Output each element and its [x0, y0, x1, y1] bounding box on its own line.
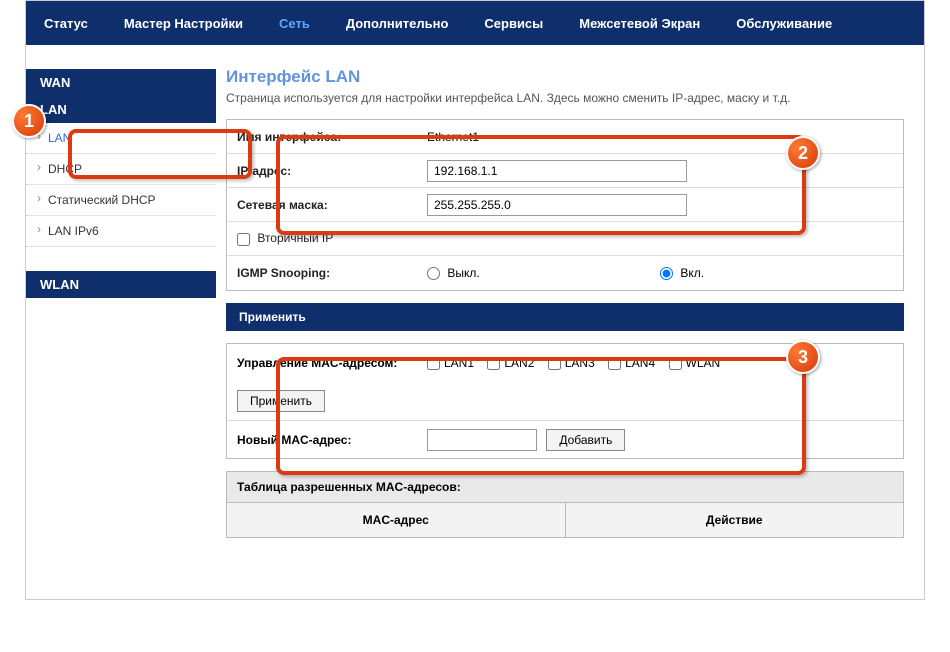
igmp-on-label: Вкл. — [680, 266, 704, 280]
mac-lan1-label: LAN1 — [444, 356, 474, 370]
secondary-ip-checkbox[interactable] — [237, 233, 250, 246]
nav-wizard[interactable]: Мастер Настройки — [106, 1, 261, 45]
nav-advanced[interactable]: Дополнительно — [328, 1, 467, 45]
mac-wlan-label: WLAN — [686, 356, 721, 370]
sidebar-head-wlan[interactable]: WLAN — [26, 271, 216, 298]
page-title: Интерфейс LAN — [226, 67, 904, 87]
sidebar: WAN LAN LAN DHCP Статический DHCP LAN IP… — [26, 45, 216, 599]
sidebar-item-static-dhcp[interactable]: Статический DHCP — [26, 185, 216, 216]
add-mac-button[interactable]: Добавить — [546, 429, 625, 451]
ip-input[interactable] — [427, 160, 687, 182]
nav-firewall[interactable]: Межсетевой Экран — [561, 1, 718, 45]
igmp-off-label: Выкл. — [447, 266, 479, 280]
igmp-on-radio[interactable] — [660, 267, 673, 280]
apply-button[interactable]: Применить — [226, 303, 904, 331]
igmp-off-radio[interactable] — [427, 267, 440, 280]
mac-col-action: Действие — [566, 503, 904, 537]
mac-lan2-checkbox[interactable] — [487, 357, 500, 370]
mac-table: Таблица разрешенных MAC-адресов: MAC-адр… — [226, 471, 904, 538]
nav-services[interactable]: Сервисы — [466, 1, 561, 45]
sidebar-item-lan[interactable]: LAN — [26, 123, 216, 154]
sidebar-head-lan[interactable]: LAN — [26, 96, 216, 123]
mask-input[interactable] — [427, 194, 687, 216]
mac-lan4-label: LAN4 — [625, 356, 655, 370]
mac-lan2-label: LAN2 — [504, 356, 534, 370]
mac-table-title: Таблица разрешенных MAC-адресов: — [226, 471, 904, 503]
mac-lan4-checkbox[interactable] — [608, 357, 621, 370]
new-mac-input[interactable] — [427, 429, 537, 451]
mac-wlan-checkbox[interactable] — [669, 357, 682, 370]
sidebar-head-wan[interactable]: WAN — [26, 69, 216, 96]
ip-label: IP-адрес: — [237, 164, 427, 178]
mac-col-address: MAC-адрес — [227, 503, 566, 537]
mask-label: Сетевая маска: — [237, 198, 427, 212]
mac-lan3-label: LAN3 — [565, 356, 595, 370]
nav-network[interactable]: Сеть — [261, 1, 328, 45]
mac-apply-button[interactable]: Применить — [237, 390, 325, 412]
iface-value: Ethernet1 — [427, 130, 893, 144]
lan-settings-panel: Имя интерфейса: Ethernet1 IP-адрес: Сете… — [226, 119, 904, 291]
secondary-ip-label: Вторичный IP — [257, 231, 333, 245]
mac-panel: Управление MAC-адресом: LAN1 LAN2 LAN3 L… — [226, 343, 904, 459]
mac-mgmt-label: Управление MAC-адресом: — [237, 356, 427, 370]
sidebar-item-dhcp[interactable]: DHCP — [26, 154, 216, 185]
igmp-label: IGMP Snooping: — [237, 266, 427, 280]
new-mac-label: Новый MAC-адрес: — [237, 433, 427, 447]
mac-lan3-checkbox[interactable] — [548, 357, 561, 370]
top-nav: Статус Мастер Настройки Сеть Дополнитель… — [26, 1, 924, 45]
page-description: Страница используется для настройки инте… — [226, 91, 904, 105]
main-content: Интерфейс LAN Страница используется для … — [216, 45, 924, 599]
nav-status[interactable]: Статус — [26, 1, 106, 45]
sidebar-item-lan-ipv6[interactable]: LAN IPv6 — [26, 216, 216, 247]
mac-lan1-checkbox[interactable] — [427, 357, 440, 370]
nav-maintenance[interactable]: Обслуживание — [718, 1, 850, 45]
iface-label: Имя интерфейса: — [237, 130, 427, 144]
